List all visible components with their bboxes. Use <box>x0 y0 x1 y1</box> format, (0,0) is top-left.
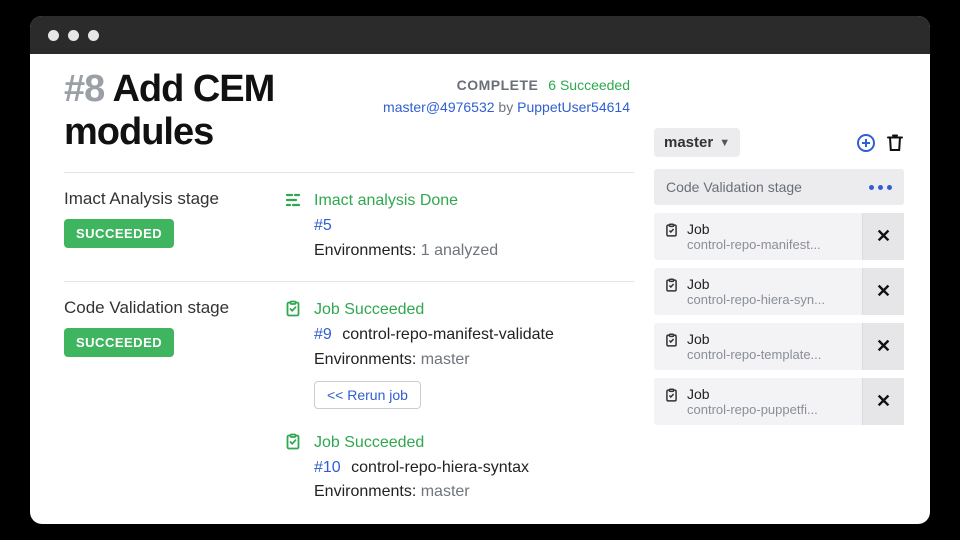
author-link[interactable]: PuppetUser54614 <box>517 99 630 115</box>
clipboard-check-icon <box>664 276 679 298</box>
sidebar-job-name: control-repo-manifest... <box>687 237 852 252</box>
job-body: Job Succeeded #10 control-repo-hiera-syn… <box>314 431 634 505</box>
env-value: master <box>421 351 470 368</box>
sidebar-job-title: Job <box>687 386 852 402</box>
env-label: Environments: <box>314 483 421 500</box>
branch-name: master <box>664 134 713 151</box>
branch-select[interactable]: master ▼ <box>654 128 740 157</box>
clipboard-check-icon <box>664 331 679 353</box>
job-row: Job Succeeded #9 control-repo-manifest-v… <box>284 298 634 408</box>
main-column: #8 Add CEM modules COMPLETE 6 Succeeded … <box>64 68 630 524</box>
env-value: master <box>421 483 470 500</box>
clipboard-check-icon <box>284 298 304 408</box>
by-word: by <box>495 99 518 115</box>
page-header: #8 Add CEM modules COMPLETE 6 Succeeded … <box>64 68 630 154</box>
sidebar-job-name: control-repo-hiera-syn... <box>687 292 852 307</box>
content-area: #8 Add CEM modules COMPLETE 6 Succeeded … <box>30 54 930 524</box>
clipboard-check-icon <box>664 221 679 243</box>
sidebar-job-item[interactable]: Job control-repo-puppetfi... ✕ <box>654 378 904 425</box>
job-status: Job Succeeded <box>314 298 634 323</box>
remove-job-button[interactable]: ✕ <box>862 323 904 370</box>
sidebar-stage-header[interactable]: Code Validation stage <box>654 169 904 205</box>
status-badge-succeeded: SUCCEEDED <box>64 328 174 357</box>
stage-jobs: Job Succeeded #9 control-repo-manifest-v… <box>284 298 634 505</box>
stage-label: Code Validation stage SUCCEEDED <box>64 298 264 505</box>
sidebar-job-item[interactable]: Job control-repo-template... ✕ <box>654 323 904 370</box>
window-dot <box>68 30 79 41</box>
env-value: 1 analyzed <box>421 242 498 259</box>
window-titlebar <box>30 16 930 54</box>
stages-list: Imact Analysis stage SUCCEEDED Imact ana… <box>64 172 634 523</box>
stage-title: Code Validation stage <box>64 298 264 318</box>
sidebar-header: master ▼ <box>654 128 904 157</box>
job-number-link[interactable]: #9 <box>314 326 332 343</box>
analysis-icon <box>284 189 304 263</box>
sidebar-job-title: Job <box>687 221 852 237</box>
sidebar-job-item[interactable]: Job control-repo-hiera-syn... ✕ <box>654 268 904 315</box>
job-name: control-repo-hiera-syntax <box>351 459 529 476</box>
clipboard-check-icon <box>284 431 304 505</box>
run-meta: COMPLETE 6 Succeeded master@4976532 by P… <box>383 74 630 119</box>
add-icon[interactable] <box>856 133 876 153</box>
run-number: #8 <box>64 68 104 110</box>
more-icon[interactable] <box>869 185 892 190</box>
job-status: Job Succeeded <box>314 431 634 456</box>
sidebar-actions <box>856 133 904 153</box>
env-label: Environments: <box>314 351 421 368</box>
stage-row-impact: Imact Analysis stage SUCCEEDED Imact ana… <box>64 172 634 281</box>
stage-row-codeval: Code Validation stage SUCCEEDED Job Succ… <box>64 281 634 523</box>
sidebar-job-title: Job <box>687 276 852 292</box>
page-title: #8 Add CEM modules <box>64 68 383 154</box>
status-succeeded-count: 6 Succeeded <box>548 77 630 93</box>
stage-label: Imact Analysis stage SUCCEEDED <box>64 189 264 263</box>
job-body: Job Succeeded #9 control-repo-manifest-v… <box>314 298 634 408</box>
env-label: Environments: <box>314 242 421 259</box>
sidebar-job-name: control-repo-puppetfi... <box>687 402 852 417</box>
commit-ref-link[interactable]: master@4976532 <box>383 99 495 115</box>
remove-job-button[interactable]: ✕ <box>862 213 904 260</box>
job-number-link[interactable]: #10 <box>314 459 341 476</box>
job-row: Imact analysis Done #5 Environments: 1 a… <box>284 189 634 263</box>
window-dot <box>88 30 99 41</box>
stage-jobs: Imact analysis Done #5 Environments: 1 a… <box>284 189 634 263</box>
job-number-link[interactable]: #5 <box>314 217 332 234</box>
remove-job-button[interactable]: ✕ <box>862 378 904 425</box>
rerun-job-button[interactable]: << Rerun job <box>314 381 421 409</box>
job-name: control-repo-manifest-validate <box>342 326 554 343</box>
trash-icon[interactable] <box>886 133 904 153</box>
job-row: Job Succeeded #10 control-repo-hiera-syn… <box>284 431 634 505</box>
status-badge-succeeded: SUCCEEDED <box>64 219 174 248</box>
sidebar: master ▼ Code Validation stage <box>654 128 904 524</box>
clipboard-check-icon <box>664 386 679 408</box>
stage-title: Imact Analysis stage <box>64 189 264 209</box>
app-window: #8 Add CEM modules COMPLETE 6 Succeeded … <box>30 16 930 524</box>
job-status: Imact analysis Done <box>314 189 634 214</box>
sidebar-job-title: Job <box>687 331 852 347</box>
chevron-down-icon: ▼ <box>719 137 730 149</box>
sidebar-job-name: control-repo-template... <box>687 347 852 362</box>
sidebar-stage-label: Code Validation stage <box>666 179 802 195</box>
job-body: Imact analysis Done #5 Environments: 1 a… <box>314 189 634 263</box>
status-complete: COMPLETE <box>457 77 539 93</box>
window-dot <box>48 30 59 41</box>
remove-job-button[interactable]: ✕ <box>862 268 904 315</box>
sidebar-job-item[interactable]: Job control-repo-manifest... ✕ <box>654 213 904 260</box>
